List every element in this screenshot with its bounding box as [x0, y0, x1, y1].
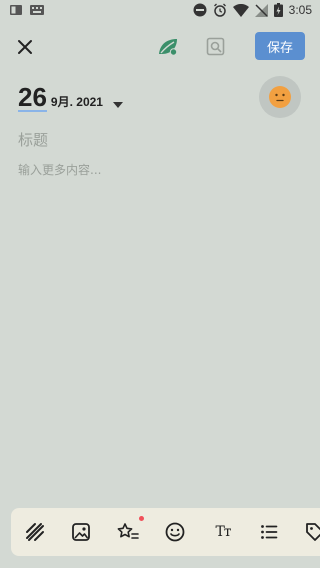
search-document-icon	[206, 37, 225, 56]
status-bar: 3:05	[0, 0, 320, 24]
close-icon	[18, 40, 32, 54]
save-button[interactable]: 保存	[255, 32, 305, 60]
date-day[interactable]: 26	[18, 84, 47, 112]
neutral-face-icon	[269, 86, 291, 108]
text-style-button[interactable]: Tт	[211, 520, 235, 544]
emoji-button[interactable]	[163, 520, 187, 544]
background-button[interactable]	[23, 520, 47, 544]
no-signal-icon	[254, 3, 268, 17]
battery-charging-icon	[273, 3, 283, 17]
date-month-year[interactable]: 9月. 2021	[51, 93, 103, 110]
notification-dot	[139, 516, 144, 521]
wifi-icon	[232, 3, 249, 17]
text-style-icon: Tт	[215, 524, 231, 540]
keyboard-icon	[30, 5, 44, 15]
body-input[interactable]: 输入更多内容...	[18, 160, 298, 180]
title-input[interactable]: 标题	[18, 128, 298, 152]
leaf-icon	[159, 39, 178, 56]
bullet-list-button[interactable]	[257, 520, 281, 544]
star-list-icon	[117, 523, 139, 539]
mood-picker-button[interactable]	[259, 76, 301, 118]
star-list-button[interactable]	[116, 516, 144, 544]
stripes-icon	[26, 523, 44, 541]
bottom-toolbar: Tт	[11, 508, 320, 556]
image-icon	[72, 523, 90, 541]
bullet-list-icon	[261, 525, 278, 539]
notification-app-icon	[10, 5, 22, 15]
top-bar: 保存	[0, 30, 320, 64]
alarm-icon	[213, 3, 226, 17]
date-selector[interactable]: 26 9月. 2021	[18, 84, 123, 112]
preview-button[interactable]	[205, 36, 227, 58]
leaf-button[interactable]	[156, 35, 180, 59]
image-button[interactable]	[69, 520, 93, 544]
status-time: 3:05	[288, 3, 312, 17]
do-not-disturb-icon	[193, 3, 207, 17]
tag-icon	[306, 523, 320, 541]
caret-down-icon[interactable]	[112, 102, 123, 108]
tag-button[interactable]	[303, 520, 320, 544]
smiley-icon	[165, 522, 185, 542]
close-button[interactable]	[14, 36, 36, 58]
